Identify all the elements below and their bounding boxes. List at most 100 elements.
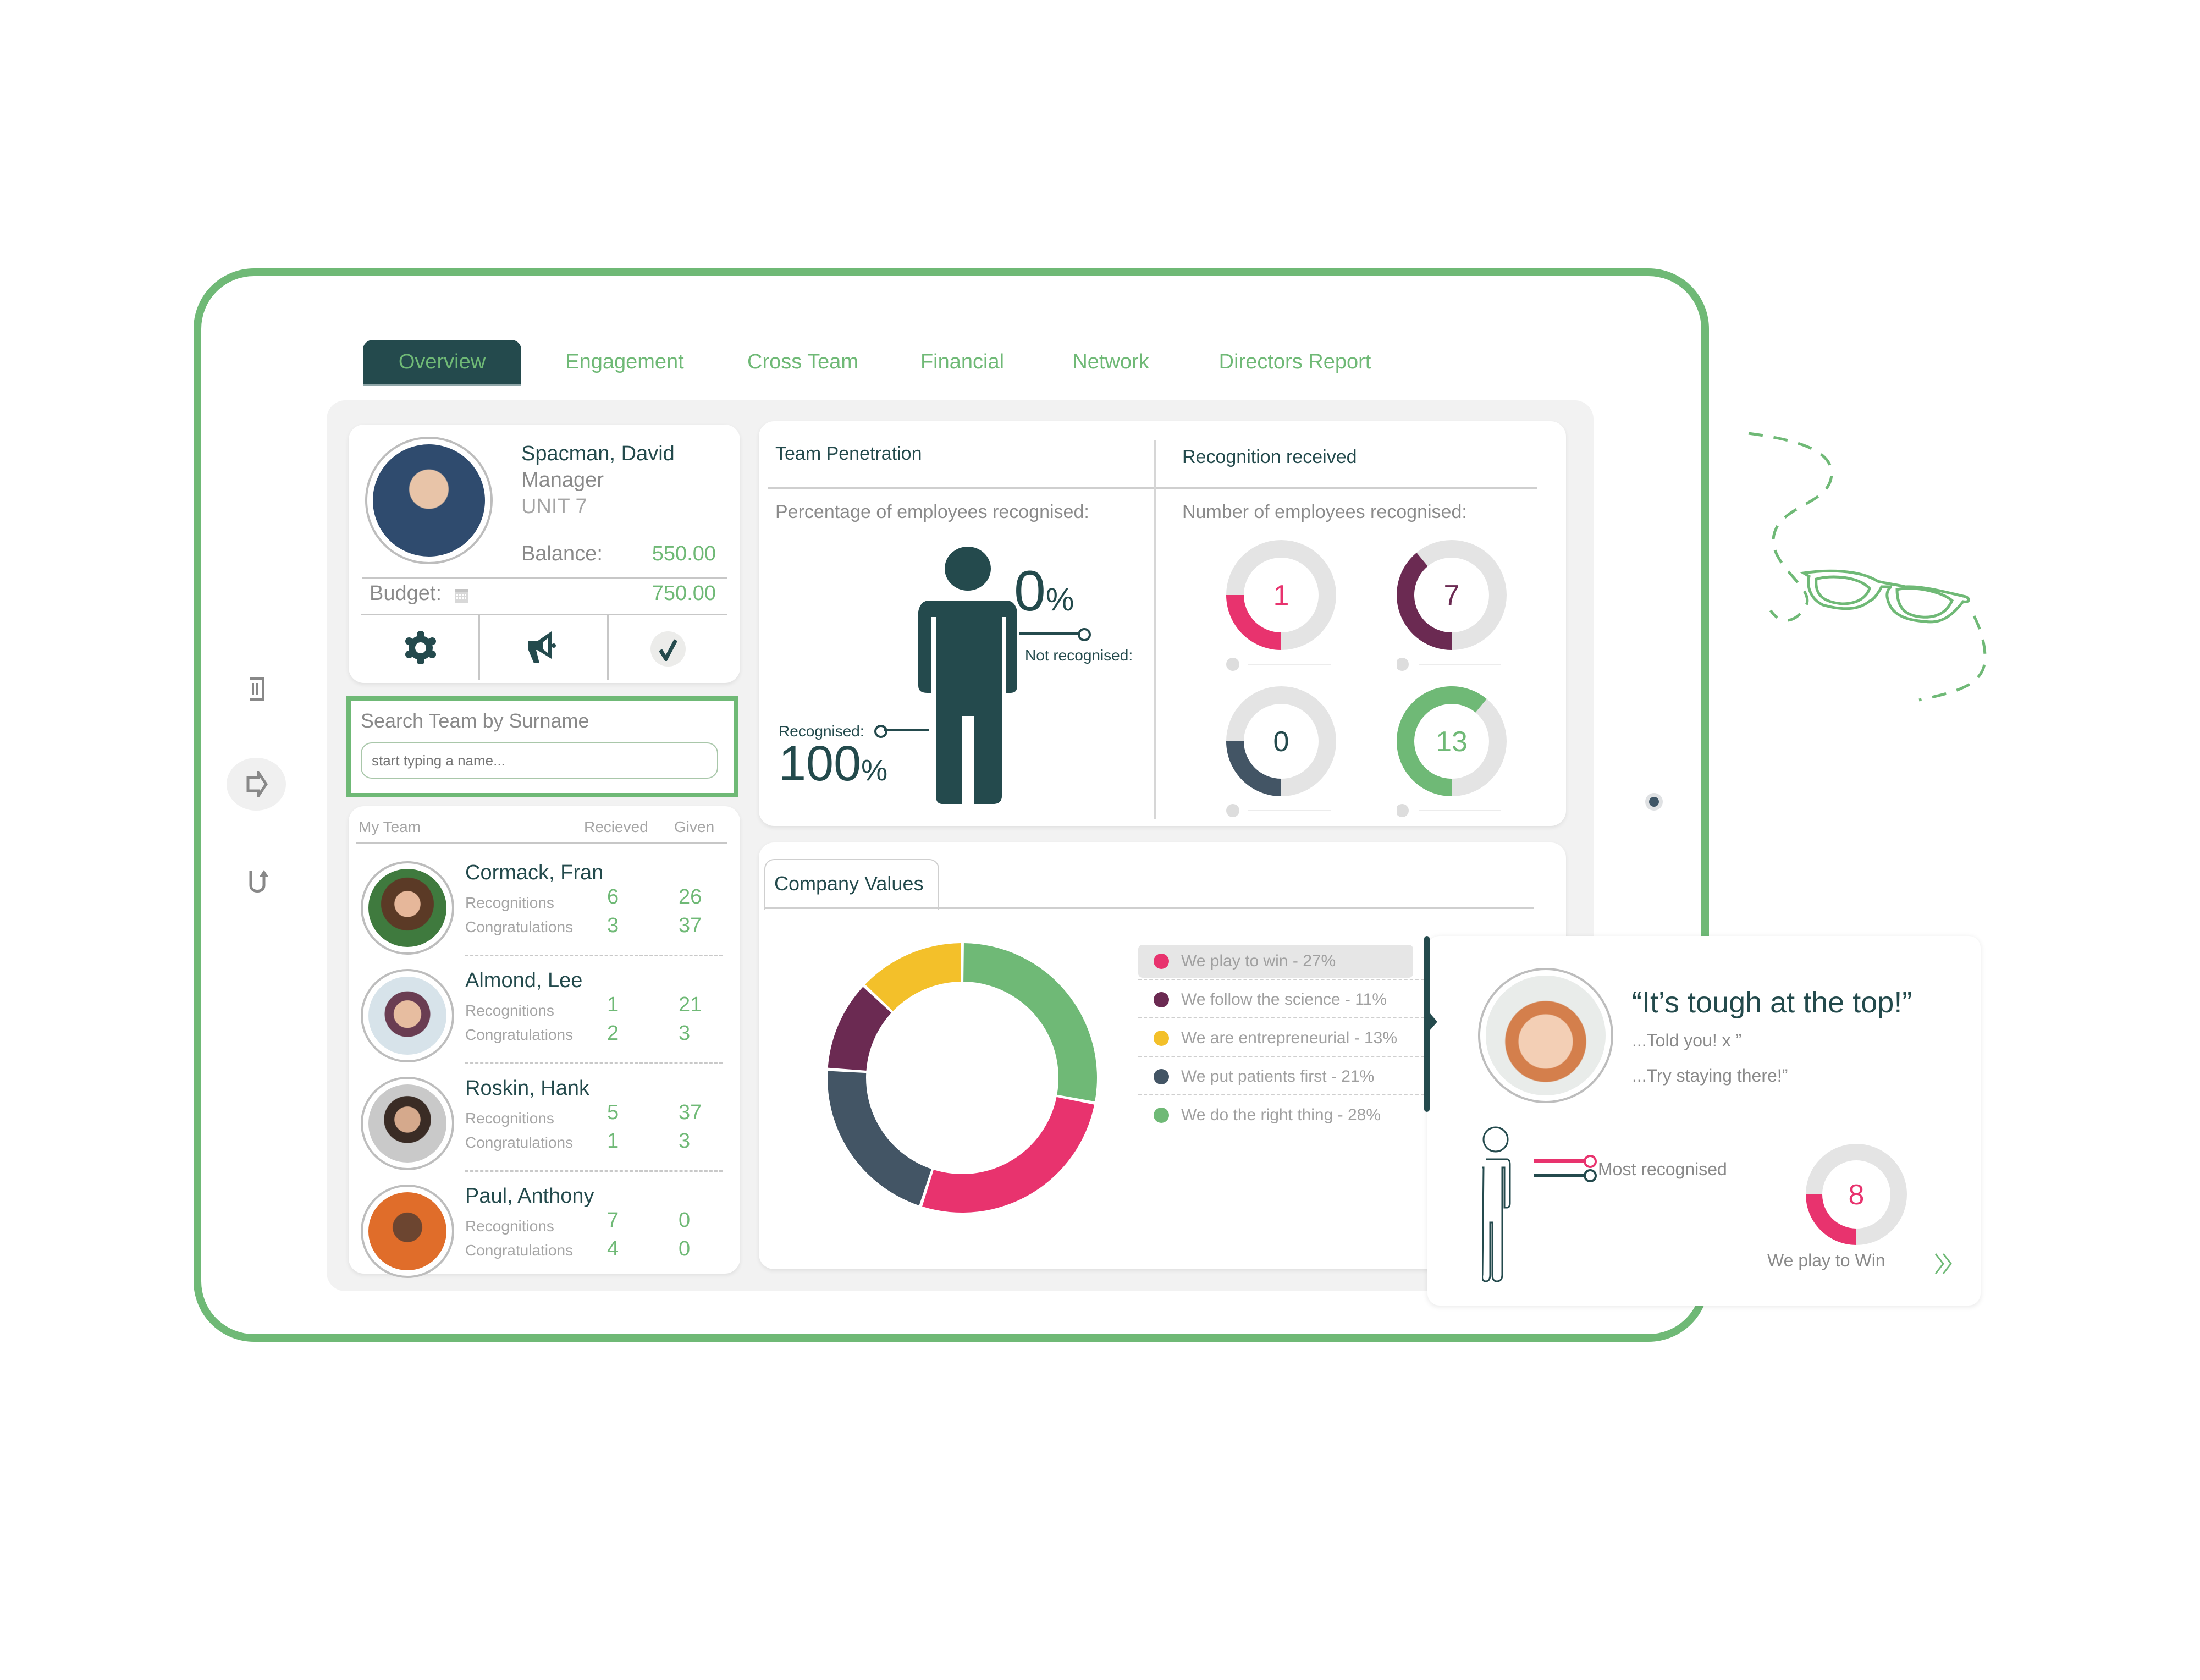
gauge-value: 8 [1849, 1179, 1865, 1211]
legend-color-dot [1154, 1069, 1169, 1084]
check-icon [659, 639, 678, 661]
congratulations-given: 3 [679, 1130, 691, 1153]
recognised-value: 100 [779, 736, 862, 791]
row-divider [465, 1170, 723, 1172]
profile-role: Manager [521, 469, 604, 492]
team-list-card: My Team Recieved Given Cormack, Fran Rec… [349, 806, 740, 1278]
donut-slice-we-play-to-win[interactable] [922, 1097, 1095, 1213]
popup-pointer [1430, 1013, 1437, 1031]
recognitions-label: Recognitions [465, 1002, 554, 1019]
congratulations-label: Congratulations [465, 1242, 574, 1259]
popup-avatar [1478, 968, 1613, 1103]
legend-item[interactable]: We play to win - 27% [1138, 945, 1413, 978]
member-name: Paul, Anthony [465, 1185, 594, 1208]
divider [768, 487, 1537, 489]
divider [1154, 440, 1156, 819]
team-member-row[interactable]: Paul, Anthony Recognitions Congratulatio… [349, 1174, 740, 1281]
congratulations-received: 4 [607, 1237, 619, 1260]
most-recognised-teal-connector [1534, 1174, 1585, 1177]
not-recognised-value: 0 [1014, 559, 1046, 623]
calendar-icon[interactable] [454, 587, 468, 604]
team-member-row[interactable]: Roskin, Hank Recognitions Congratulation… [349, 1066, 740, 1174]
team-header-label: My Team [359, 818, 421, 835]
recognitions-received: 5 [607, 1101, 619, 1124]
teal-dot [1584, 1169, 1597, 1182]
tab-engagement[interactable]: Engagement [560, 340, 690, 384]
legend-label: We are entrepreneurial - 13% [1181, 1029, 1397, 1047]
row-divider [465, 1062, 723, 1064]
approve-button[interactable] [609, 615, 727, 680]
donut-slice-we-do-the-right-thing[interactable] [963, 943, 1097, 1102]
recognitions-label: Recognitions [465, 1110, 554, 1127]
donut-slice-we-put-patients-first[interactable] [828, 1071, 931, 1206]
congratulations-received: 3 [607, 914, 619, 937]
tab-financial[interactable]: Financial [913, 340, 1012, 384]
most-recognised-pink-connector [1534, 1159, 1585, 1163]
recognitions-received: 1 [607, 993, 619, 1016]
popup-gauge: 8 [1806, 1144, 1907, 1245]
legend-label: We follow the science - 11% [1181, 990, 1387, 1009]
tab-cross-team[interactable]: Cross Team [742, 340, 863, 384]
member-name: Cormack, Fran [465, 861, 604, 884]
legend-label: We do the right thing - 28% [1181, 1106, 1381, 1124]
legend-color-dot [1154, 954, 1169, 969]
not-recognised-percent: 0% [1014, 559, 1074, 624]
percent-sign: % [1045, 582, 1074, 618]
legend-divider [1138, 1017, 1424, 1018]
company-values-tab-label: Company Values [774, 872, 924, 895]
search-input[interactable] [361, 742, 718, 779]
congratulations-label: Congratulations [465, 1026, 574, 1043]
check-circle [650, 631, 686, 667]
gauge-value: 0 [1273, 726, 1289, 758]
member-name: Almond, Lee [465, 969, 583, 992]
team-member-row[interactable]: Almond, Lee Recognitions Congratulations… [349, 958, 740, 1066]
divider [362, 577, 727, 579]
team-member-row[interactable]: Cormack, Fran Recognitions Congratulatio… [349, 850, 740, 958]
legend-color-dot [1154, 1031, 1169, 1046]
recognitions-received: 7 [607, 1209, 619, 1232]
pink-dot [1584, 1155, 1597, 1168]
profile-unit: UNIT 7 [521, 495, 587, 518]
dashed-path-bottom [1918, 615, 1987, 702]
congratulations-given: 37 [679, 914, 702, 937]
active-rail-button[interactable] [227, 758, 286, 811]
legend-item[interactable]: We do the right thing - 28% [1138, 1099, 1413, 1132]
recognitions-given: 26 [679, 885, 702, 908]
u-turn-arrow-icon[interactable] [247, 869, 269, 895]
congratulations-label: Congratulations [465, 918, 574, 935]
person-filled-icon [918, 547, 1017, 804]
budget-label: Budget: [370, 582, 442, 605]
given-header: Given [674, 818, 715, 835]
announce-button[interactable] [480, 615, 606, 680]
document-columns-icon[interactable] [249, 677, 265, 701]
row-divider [465, 955, 723, 956]
tab-network[interactable]: Network [1061, 340, 1160, 384]
most-recognised-label: Most recognised [1598, 1159, 1727, 1179]
congratulations-given: 0 [679, 1237, 691, 1260]
stats-card: Team Penetration Percentage of employees… [759, 421, 1566, 826]
tab-company-values[interactable]: Company Values [764, 859, 939, 910]
tab-overview[interactable]: Overview [363, 340, 521, 386]
congratulations-received: 2 [607, 1022, 619, 1045]
member-avatar [361, 1077, 454, 1170]
recognitions-given: 21 [679, 993, 702, 1016]
double-chevron-right-icon[interactable] [1933, 1252, 1955, 1276]
balance-label: Balance: [521, 542, 603, 565]
tab-directors-report[interactable]: Directors Report [1210, 340, 1380, 384]
company-values-donut-chart [828, 943, 1097, 1213]
donut-slice-we-are-entrepreneurial[interactable] [865, 943, 961, 1011]
megaphone-icon [528, 631, 556, 663]
recognitions-given: 0 [679, 1209, 691, 1232]
search-title: Search Team by Surname [361, 709, 589, 732]
legend-item[interactable]: We are entrepreneurial - 13% [1138, 1022, 1413, 1055]
popup-reply-2: ...Try staying there!” [1632, 1066, 1788, 1086]
recognitions-given: 37 [679, 1101, 702, 1124]
settings-button[interactable] [361, 615, 478, 680]
legend-color-dot [1154, 992, 1169, 1007]
legend-label: We play to win - 27% [1181, 952, 1336, 970]
team-penetration-title: Team Penetration [775, 443, 922, 464]
recognition-popup: “It’s tough at the top!” ...Told you! x … [1424, 936, 1981, 1306]
team-penetration-subtitle: Percentage of employees recognised: [775, 502, 1089, 522]
legend-item[interactable]: We follow the science - 11% [1138, 983, 1413, 1016]
legend-item[interactable]: We put patients first - 21% [1138, 1060, 1413, 1093]
